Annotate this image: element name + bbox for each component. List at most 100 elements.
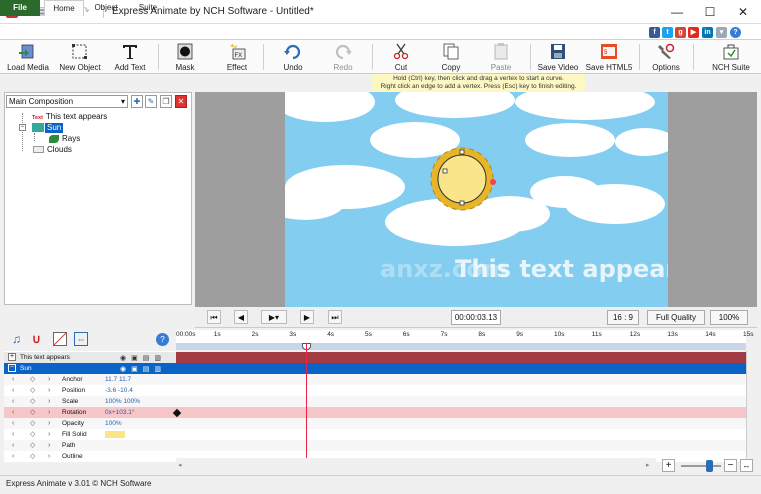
next-keyframe-icon[interactable]: › [48,396,50,407]
zoom-slider-thumb[interactable] [706,460,713,472]
linkedin-icon[interactable]: in [702,27,713,38]
help-icon[interactable]: ? [730,27,741,38]
keyframe-toggle-icon[interactable]: ◇ [30,374,35,385]
next-keyframe-icon[interactable]: › [48,407,50,418]
collapse-toggle-icon[interactable]: − [8,364,16,372]
scroll-right-icon[interactable]: ▸ [646,461,650,469]
fill-color-swatch[interactable] [105,431,125,438]
property-row[interactable]: ‹ ◇ › Opacity 100% [4,418,176,429]
property-track[interactable] [176,396,746,407]
layer-track-text[interactable] [176,352,746,363]
property-row[interactable]: ‹ ◇ › Anchor 11.7 11.7 [4,374,176,385]
tab-file[interactable]: File [0,0,40,16]
property-track[interactable] [176,385,746,396]
next-keyframe-icon[interactable]: › [48,385,50,396]
duplicate-icon[interactable]: ❐ [160,95,172,108]
maximize-button[interactable]: ☐ [695,3,725,21]
property-track[interactable] [176,374,746,385]
mask-button[interactable]: Mask [170,41,200,74]
load-media-button[interactable]: Load Media [4,41,52,74]
property-row[interactable]: ‹ ◇ › Position -3.6 -10.4 [4,385,176,396]
tab-object[interactable]: Object [86,0,126,16]
property-value[interactable]: 100% [105,418,122,429]
keyframe-toggle-icon[interactable]: ◇ [30,418,35,429]
options-button[interactable]: Options [648,41,684,74]
keyframe-toggle-icon[interactable]: ◇ [30,440,35,451]
undo-button[interactable]: Undo [278,41,308,74]
tab-suite[interactable]: Suite [128,0,168,16]
keyframe-toggle-icon[interactable]: ◇ [30,451,35,462]
go-to-start-icon[interactable]: ⏮ [207,310,221,324]
keyframe-toggle-icon[interactable]: ◇ [30,429,35,440]
property-track[interactable] [176,440,746,451]
previous-keyframe-icon[interactable]: ‹ [12,385,14,396]
timeline-horizontal-scrollbar[interactable] [176,458,656,473]
effect-button[interactable]: FX Effect [222,41,252,74]
next-frame-icon[interactable]: ▶ [300,310,314,324]
new-object-button[interactable]: New Object [57,41,103,74]
paste-button[interactable]: Paste [486,41,516,74]
layer-row-sun[interactable]: − Sun ◉▣▤▥ [4,363,176,374]
zoom-button[interactable]: 100% [710,310,748,325]
property-row[interactable]: ‹ ◇ › Rotation 0x+103.1° [4,407,176,418]
previous-keyframe-icon[interactable]: ‹ [12,374,14,385]
tree-item-sun[interactable]: Sun [45,123,64,133]
previous-keyframe-icon[interactable]: ‹ [12,440,14,451]
property-track[interactable] [176,407,746,418]
previous-keyframe-icon[interactable]: ‹ [12,418,14,429]
cut-button[interactable]: Cut [386,41,416,74]
work-area-bar[interactable] [176,343,746,350]
play-button[interactable]: ▶▾ [261,310,287,324]
add-text-button[interactable]: Add Text [110,41,150,74]
aspect-ratio-button[interactable]: 16 : 9 [607,310,639,325]
next-keyframe-icon[interactable]: › [48,429,50,440]
copy-button[interactable]: Copy [436,41,466,74]
timeline-help-icon[interactable]: ? [156,333,169,346]
property-track[interactable] [176,429,746,440]
redo-button[interactable]: Redo [328,41,358,74]
nch-suite-button[interactable]: NCH Suite [708,41,754,74]
next-keyframe-icon[interactable]: › [48,418,50,429]
dropdown-arrow-icon[interactable]: ▾ [716,27,727,38]
previous-keyframe-icon[interactable]: ‹ [12,451,14,462]
add-object-icon[interactable]: ✚ [131,95,143,108]
tab-home[interactable]: Home [44,0,84,16]
magnet-icon[interactable]: ∪ [32,332,46,346]
layer-row-text[interactable]: + This text appears ◉▣▤▥ [4,352,176,363]
facebook-icon[interactable]: f [649,27,660,38]
google-plus-icon[interactable]: g [675,27,686,38]
music-icon[interactable]: ♫ [12,332,26,346]
property-row[interactable]: ‹ ◇ › Path [4,440,176,451]
collapse-toggle-icon[interactable]: − [19,124,26,131]
selected-vertex-handle[interactable] [490,179,496,185]
edit-object-icon[interactable]: ✎ [145,95,157,108]
property-value[interactable]: 0x+103.1° [105,407,135,418]
fit-timeline-icon[interactable]: ⇔ [74,332,88,346]
next-keyframe-icon[interactable]: › [48,451,50,462]
previous-frame-icon[interactable]: ◀ [234,310,248,324]
previous-keyframe-icon[interactable]: ‹ [12,429,14,440]
quality-button[interactable]: Full Quality [647,310,705,325]
keyframe-curve-icon[interactable] [53,332,67,346]
expand-toggle-icon[interactable]: + [8,353,16,361]
property-row[interactable]: ‹ ◇ › Fill Solid [4,429,176,440]
zoom-fit-button[interactable]: ↔ [740,459,753,472]
property-value[interactable]: 11.7 11.7 [105,374,131,385]
property-value[interactable]: -3.6 -10.4 [105,385,133,396]
stage-preview[interactable]: This text appears anxz.com [285,92,668,307]
keyframe-toggle-icon[interactable]: ◇ [30,396,35,407]
close-button[interactable]: ✕ [728,3,758,21]
next-keyframe-icon[interactable]: › [48,374,50,385]
save-html5-button[interactable]: 5 Save HTML5 [585,41,633,74]
save-video-button[interactable]: Save Video [536,41,580,74]
previous-keyframe-icon[interactable]: ‹ [12,407,14,418]
minimize-button[interactable]: — [662,3,692,21]
youtube-icon[interactable]: ▶ [688,27,699,38]
tree-item-rays[interactable]: Rays [62,134,80,144]
next-keyframe-icon[interactable]: › [48,440,50,451]
timeline-vertical-scrollbar[interactable] [746,351,758,458]
tree-item-clouds[interactable]: Clouds [47,145,72,155]
property-value[interactable]: 100% 100% [105,396,140,407]
previous-keyframe-icon[interactable]: ‹ [12,396,14,407]
delete-icon[interactable]: ✕ [175,95,187,108]
